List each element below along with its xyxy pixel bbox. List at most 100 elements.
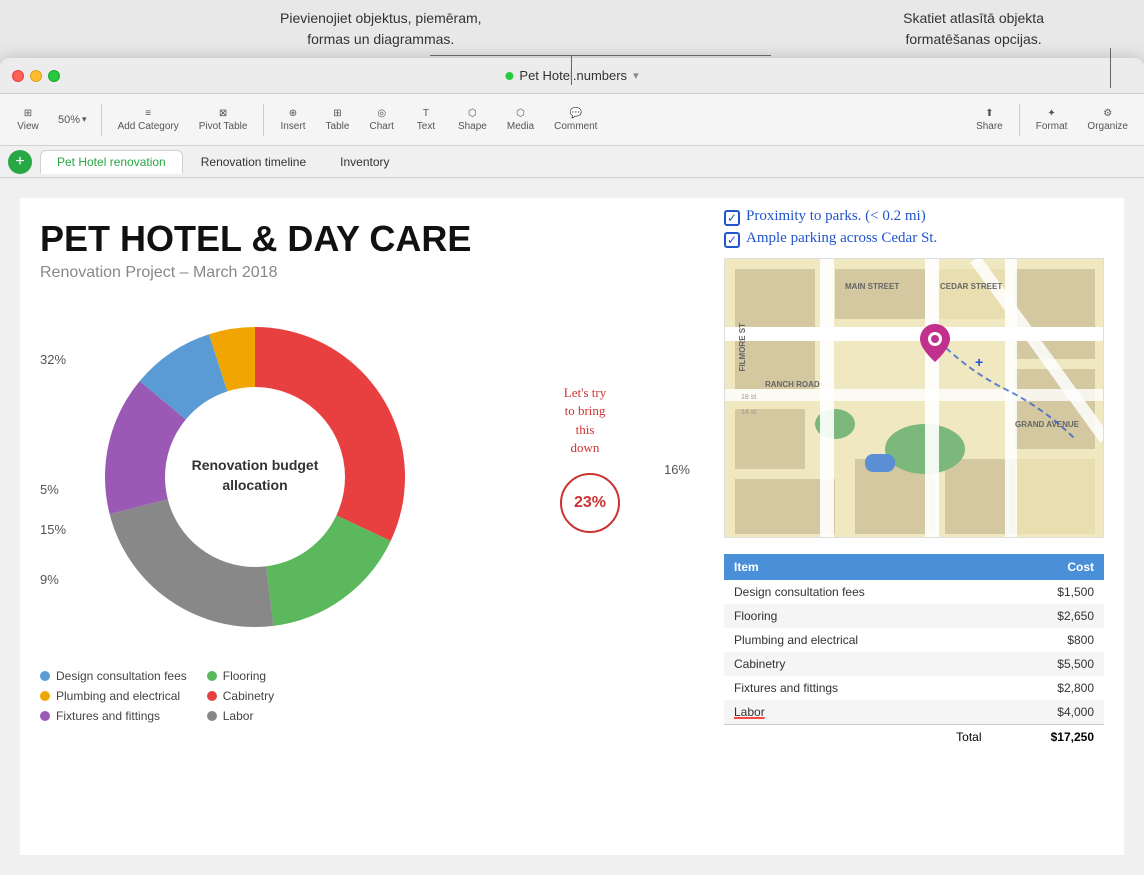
table-button[interactable]: ⊞ Table [317,104,357,136]
total-value: $17,250 [992,725,1105,750]
legend-design: Design consultation fees [40,669,187,683]
add-category-button[interactable]: ≡ Add Category [110,104,187,136]
checkbox-item-1: Proximity to parks. (< 0.2 mi) [724,208,1104,226]
tab-renovation-timeline[interactable]: Renovation timeline [185,151,322,173]
map-container[interactable]: FILMORE ST MAIN STREET CEDAR STREET RANC… [724,258,1104,538]
table-row: Labor$4,000 [724,700,1104,725]
pivot-table-button[interactable]: ⊠ Pivot Table [191,104,256,136]
titlebar: Pet Hotel.numbers ▾ [0,58,1144,94]
checkbox-1[interactable] [724,210,740,226]
right-area: Proximity to parks. (< 0.2 mi) Ample par… [724,208,1104,749]
svg-text:14 st: 14 st [741,409,756,416]
donut-chart-wrapper[interactable]: 32% 5% 15% 9% 16% [80,302,640,657]
table-cell-cost: $1,500 [992,580,1105,604]
svg-text:RANCH ROAD: RANCH ROAD [765,380,820,389]
view-button[interactable]: ⊞ View [8,104,48,136]
sheet-content: PET HOTEL & DAY CARE Renovation Project … [0,178,1144,875]
legend-fixtures: Fixtures and fittings [40,709,187,723]
tooltip-line-right [571,55,771,56]
svg-text:GRAND AVENUE: GRAND AVENUE [1015,420,1080,429]
unsaved-indicator [505,72,513,80]
chart-icon: ◎ [377,108,386,119]
svg-text:+: + [975,354,983,370]
tooltip-arrow-right [1110,48,1111,88]
table-cell-item: Fixtures and fittings [724,676,992,700]
text-button[interactable]: T Text [406,104,446,136]
total-label: Total [724,725,992,750]
traffic-lights [12,70,60,82]
table-row: Flooring$2,650 [724,604,1104,628]
donut-svg[interactable]: Renovation budget allocation [80,302,430,652]
table-row: Design consultation fees$1,500 [724,580,1104,604]
share-button[interactable]: ⬆ Share [968,104,1011,136]
label-15: 15% [40,522,66,537]
window-title: Pet Hotel.numbers ▾ [505,68,638,83]
table-cell-item: Labor [724,700,992,725]
checkbox-2[interactable] [724,232,740,248]
table-cell-item: Flooring [724,604,992,628]
table-cell-cost: $800 [992,628,1105,652]
format-button[interactable]: ✦ Format [1028,104,1076,136]
format-icon: ✦ [1047,108,1055,119]
legend-dot-plumbing [40,691,50,701]
shape-button[interactable]: ⬡ Shape [450,104,495,136]
handwritten-notes: Proximity to parks. (< 0.2 mi) Ample par… [724,208,1104,248]
chart-area: PET HOTEL & DAY CARE Renovation Project … [40,218,640,835]
toolbar: ⊞ View 50% ▾ ≡ Add Category ⊠ Pivot Tabl… [0,94,1144,146]
table-cell-cost: $5,500 [992,652,1105,676]
label-32: 32% [40,352,66,367]
column-cost: Cost [992,554,1105,580]
svg-text:Renovation budget: Renovation budget [192,457,319,473]
organize-icon: ⚙ [1103,108,1112,119]
toolbar-separator-2 [263,104,264,136]
table-cell-item: Design consultation fees [724,580,992,604]
annotation-container: 23% Let's tryto bringthis down [560,473,620,537]
add-sheet-button[interactable]: + [8,150,32,174]
close-button[interactable] [12,70,24,82]
legend-dot-flooring [207,671,217,681]
organize-button[interactable]: ⚙ Organize [1079,104,1136,136]
maximize-button[interactable] [48,70,60,82]
text-icon: T [423,108,429,119]
tab-pet-hotel-renovation[interactable]: Pet Hotel renovation [40,150,183,174]
shape-icon: ⬡ [468,108,477,119]
legend-col-right: Flooring Cabinetry Labor [207,669,274,723]
table-row: Plumbing and electrical$800 [724,628,1104,652]
label-9: 9% [40,572,59,587]
legend-flooring: Flooring [207,669,274,683]
table-cell-cost: $2,650 [992,604,1105,628]
media-icon: ⬡ [516,108,525,119]
minimize-button[interactable] [30,70,42,82]
toolbar-separator-3 [1019,104,1020,136]
budget-table[interactable]: Item Cost Design consultation fees$1,500… [724,554,1104,749]
share-icon: ⬆ [985,108,993,119]
media-button[interactable]: ⬡ Media [499,104,542,136]
tab-inventory[interactable]: Inventory [324,151,405,173]
legend-dot-cabinetry [207,691,217,701]
table-cell-cost: $2,800 [992,676,1105,700]
legend-col-left: Design consultation fees Plumbing and el… [40,669,187,723]
pivot-table-icon: ⊠ [219,108,227,119]
chart-legend: Design consultation fees Plumbing and el… [40,669,640,723]
spreadsheet-sheet: PET HOTEL & DAY CARE Renovation Project … [20,198,1124,855]
table-row: Cabinetry$5,500 [724,652,1104,676]
table-body: Design consultation fees$1,500Flooring$2… [724,580,1104,725]
chart-button[interactable]: ◎ Chart [361,104,401,136]
annotation-circle: 23% [560,473,620,533]
insert-button[interactable]: ⊕ Insert [272,104,313,136]
title-chevron-icon[interactable]: ▾ [633,69,639,82]
insert-icon: ⊕ [289,108,297,119]
add-category-icon: ≡ [145,108,151,119]
table-cell-item: Plumbing and electrical [724,628,992,652]
comment-button[interactable]: 💬 Comment [546,104,605,136]
zoom-control[interactable]: 50% ▾ [52,110,93,130]
tabbar: + Pet Hotel renovation Renovation timeli… [0,146,1144,178]
svg-text:FILMORE ST: FILMORE ST [738,323,747,372]
sheet-title: PET HOTEL & DAY CARE [40,218,640,260]
svg-text:18 st: 18 st [741,394,756,401]
legend-dot-fixtures [40,711,50,721]
tooltip-line-left [430,55,571,56]
svg-text:allocation: allocation [222,477,287,493]
view-icon: ⊞ [24,108,32,119]
sheet-subtitle: Renovation Project – March 2018 [40,264,640,282]
